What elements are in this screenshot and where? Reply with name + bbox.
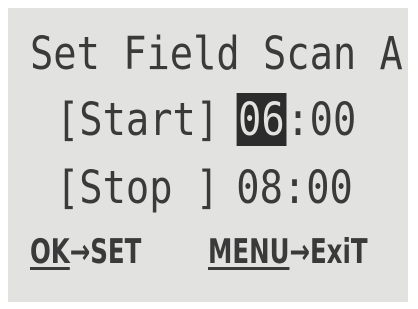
start-hour-field[interactable]: 06 [236, 93, 287, 146]
menu-key-label: MENU [208, 232, 290, 272]
ok-action-label: →SET [69, 232, 142, 272]
lcd-screen: Set Field Scan A [Start] 06:00 [Stop ] 08:… [8, 8, 408, 302]
stop-time-row: [Stop ] 08:00 [56, 162, 353, 214]
ok-set-hint[interactable]: OK→SET [30, 230, 141, 274]
ok-key-label: OK [30, 232, 70, 272]
start-minute-field[interactable]: 00 [310, 93, 357, 146]
stop-time-separator: : [282, 161, 307, 214]
stop-hour-field[interactable]: 08 [236, 161, 283, 214]
stop-time: 08:00 [236, 161, 353, 214]
stop-label: [Stop ] [56, 161, 220, 214]
start-time: 06:00 [236, 93, 356, 146]
stop-minute-field[interactable]: 00 [306, 161, 353, 214]
menu-exit-hint[interactable]: MENU→ExiT [208, 230, 368, 274]
start-label: [Start] [56, 93, 220, 146]
start-time-row: [Start] 06:00 [56, 93, 356, 146]
menu-action-label: →ExiT [289, 232, 368, 272]
page-title: Set Field Scan A [30, 27, 403, 80]
start-time-separator: : [286, 93, 310, 146]
